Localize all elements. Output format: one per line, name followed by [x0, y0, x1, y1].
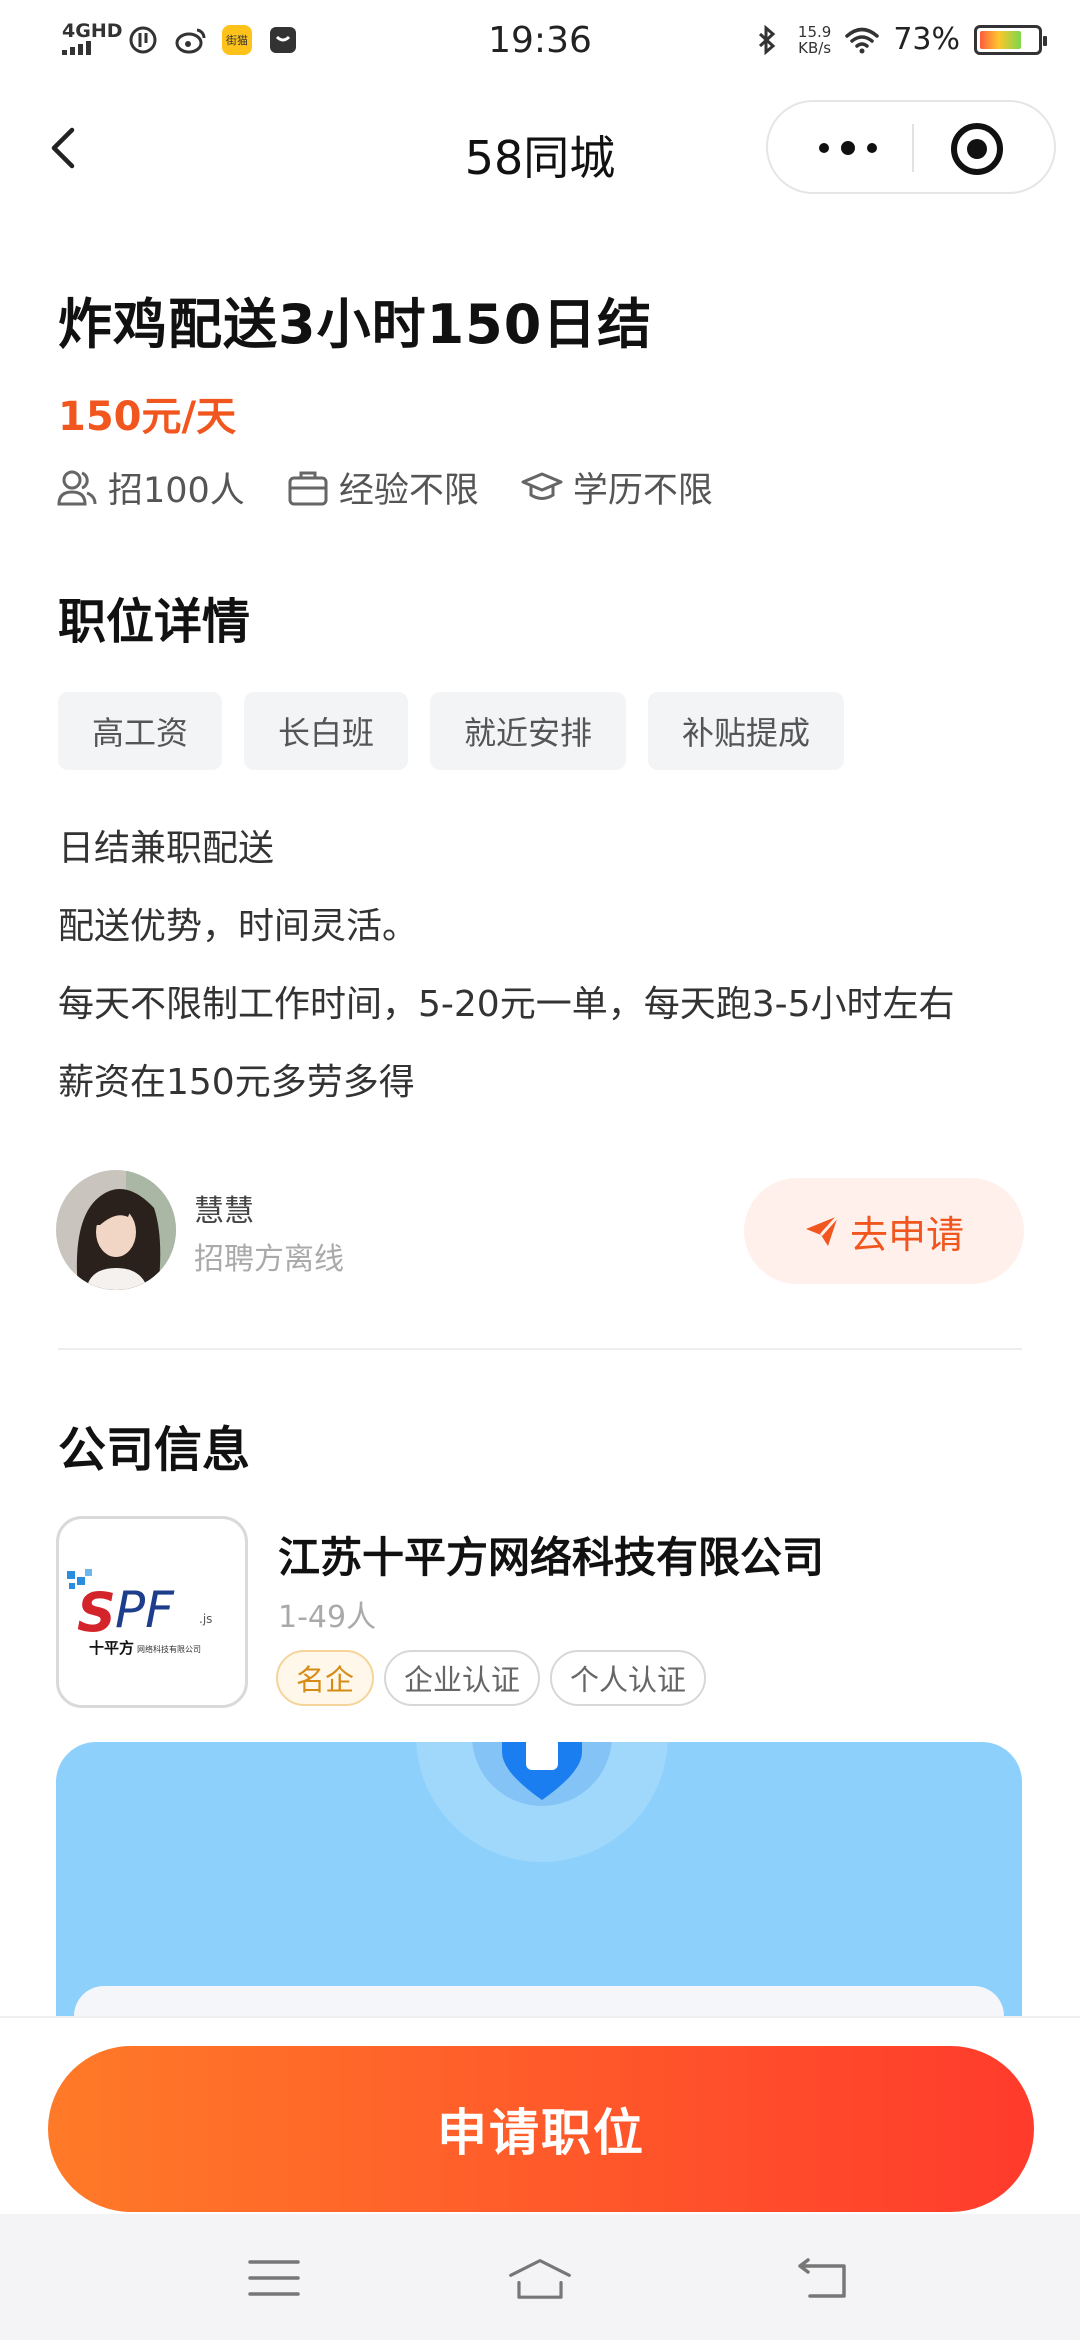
- tag: 长白班: [244, 692, 409, 770]
- experience-label: 经验不限: [338, 471, 479, 511]
- job-meta: 招100人 经验不限 学历不限: [56, 462, 755, 513]
- home-button[interactable]: [508, 2250, 572, 2306]
- avatar-image: [56, 1170, 176, 1290]
- speed-unit: KB/s: [798, 38, 832, 57]
- headcount: 招100人: [56, 462, 245, 513]
- famous-company-badge: 名企: [276, 1650, 375, 1706]
- close-mini-program-button[interactable]: [948, 120, 1006, 178]
- apply-job-button[interactable]: 申请职位: [48, 2046, 1034, 2212]
- enterprise-verified-badge: 企业认证: [384, 1650, 541, 1706]
- logo-letters-pf: PF: [115, 1581, 175, 1639]
- graduation-icon: [521, 472, 563, 500]
- battery-icon: [974, 24, 1047, 55]
- return-icon: [798, 2258, 846, 2298]
- recruiter-status: 招聘方离线: [194, 1242, 344, 1277]
- people-icon: [57, 470, 97, 505]
- headcount-label: 招100人: [108, 471, 245, 511]
- salary: 150元/天: [58, 394, 237, 440]
- company-logo: S PF .js 十平方 网络科技有限公司: [56, 1516, 248, 1708]
- description-line: 日结兼职配送: [58, 828, 275, 869]
- network-speed: 15.9 KB/s: [798, 24, 831, 56]
- menu-button[interactable]: [242, 2250, 306, 2306]
- tag: 补贴提成: [648, 692, 845, 770]
- logo-subtitle-small: 网络科技有限公司: [137, 1644, 201, 1654]
- company-card[interactable]: S PF .js 十平方 网络科技有限公司 江苏十平方网络科技有限公司 1-49…: [56, 1516, 1024, 1708]
- details-section-title: 职位详情: [58, 594, 251, 650]
- speed-value: 15.9: [797, 22, 832, 41]
- section-divider: [58, 1348, 1022, 1350]
- battery-percent: 73%: [893, 22, 960, 57]
- bluetooth-icon: [750, 23, 784, 57]
- briefcase-icon: [288, 471, 328, 505]
- system-nav-bar: [0, 2214, 1080, 2340]
- map-graphic: [416, 1742, 668, 1862]
- status-right: 15.9 KB/s 73%: [750, 22, 1047, 57]
- logo-subtitle: 十平方: [89, 1639, 134, 1657]
- education-label: 学历不限: [572, 471, 713, 511]
- job-description: 日结兼职配送 配送优势，时间灵活。 每天不限制工作时间，5-20元一单，每天跑3…: [58, 810, 1048, 1122]
- tag: 就近安排: [430, 692, 627, 770]
- more-icon: [819, 141, 877, 155]
- go-apply-button[interactable]: 去申请: [744, 1178, 1024, 1284]
- logo-suffix: .js: [199, 1612, 212, 1626]
- spf-logo: S PF .js 十平方 网络科技有限公司: [67, 1569, 212, 1657]
- tag: 高工资: [58, 692, 223, 770]
- description-line: 配送优势，时间灵活。: [58, 906, 419, 947]
- recruiter-name: 慧慧: [194, 1194, 254, 1229]
- status-bar: 4GHD 街猫 19:36 15.9 KB/s 73%: [0, 0, 1080, 84]
- menu-icon: [248, 2260, 300, 2296]
- return-button[interactable]: [792, 2250, 856, 2306]
- description-line: 每天不限制工作时间，5-20元一单，每天跑3-5小时左右: [58, 984, 955, 1025]
- logo-letter-s: S: [77, 1581, 116, 1644]
- go-apply-label: 去申请: [849, 1212, 964, 1257]
- nav-bar: 58同城: [0, 84, 1080, 214]
- company-badges: 名企 企业认证 个人认证: [276, 1650, 716, 1706]
- bottom-action-bar: 申请职位: [0, 2016, 1080, 2214]
- education: 学历不限: [521, 462, 713, 513]
- battery-level: [980, 30, 1021, 49]
- mini-program-capsule: [766, 100, 1056, 194]
- job-tags: 高工资 长白班 就近安排 补贴提成: [58, 692, 866, 770]
- description-line: 薪资在150元多劳多得: [58, 1062, 415, 1103]
- personal-verified-badge: 个人认证: [550, 1650, 707, 1706]
- more-button[interactable]: [798, 122, 898, 174]
- wifi-icon: [845, 23, 880, 57]
- job-title: 炸鸡配送3小时150日结: [58, 293, 653, 356]
- send-icon: [805, 1214, 840, 1246]
- location-map[interactable]: [56, 1742, 1022, 2022]
- company-name: 江苏十平方网络科技有限公司: [278, 1533, 825, 1582]
- recruiter-card: 慧慧 招聘方离线 去申请: [56, 1170, 1024, 1290]
- capsule-divider: [912, 124, 914, 172]
- experience: 经验不限: [287, 462, 479, 513]
- company-size: 1-49人: [278, 1600, 377, 1635]
- company-section-title: 公司信息: [58, 1422, 251, 1478]
- target-icon: [951, 123, 1003, 175]
- home-icon: [509, 2259, 571, 2299]
- recruiter-avatar[interactable]: [56, 1170, 176, 1290]
